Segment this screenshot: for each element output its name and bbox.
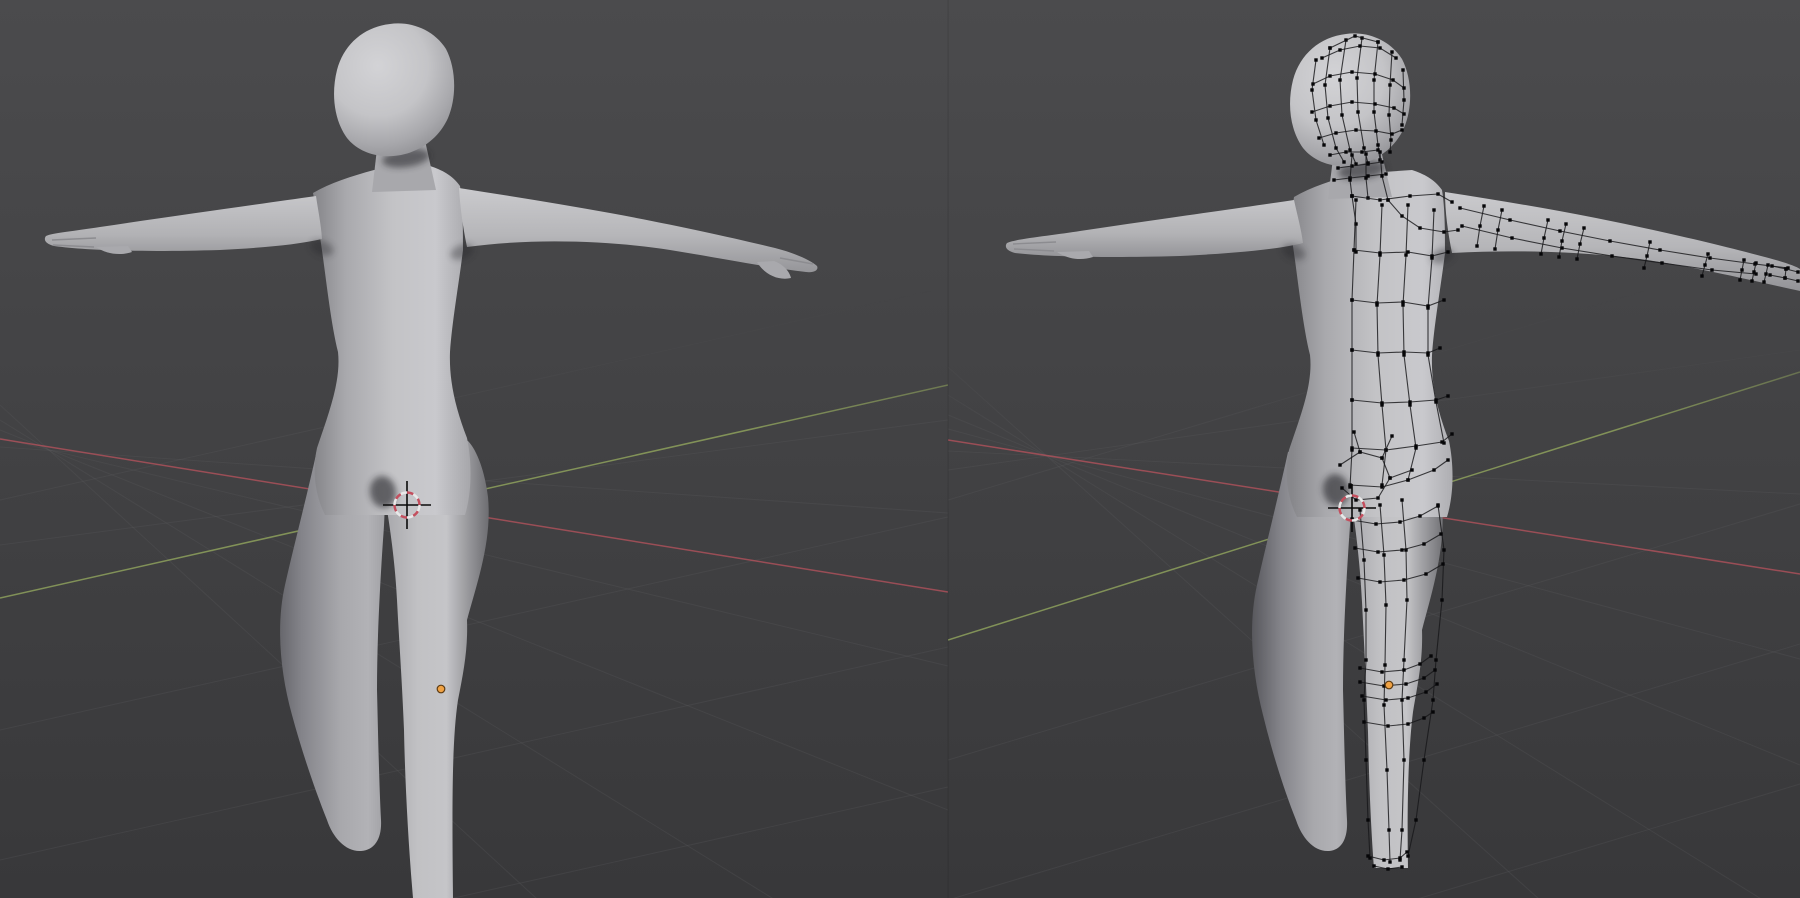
blender-3d-viewport [0, 0, 1800, 898]
viewport-object-mode[interactable] [0, 0, 948, 898]
viewport-edit-mode[interactable] [948, 0, 1800, 898]
